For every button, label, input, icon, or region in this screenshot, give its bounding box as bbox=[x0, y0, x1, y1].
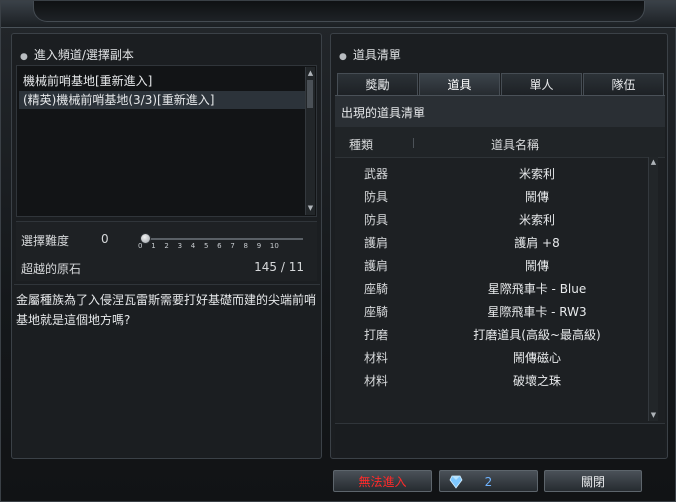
stone-label: 超越的原石 bbox=[21, 262, 82, 276]
stone-value: 145 / 11 bbox=[254, 260, 304, 274]
item-table-header: 種類 道具名稱 bbox=[335, 127, 665, 158]
item-panel-footer bbox=[335, 423, 665, 457]
item-table-row[interactable]: 護肩 護肩 +8 bbox=[337, 232, 659, 255]
item-name: 打磨道具(高級~最高級) bbox=[473, 328, 601, 342]
item-table-row[interactable]: 防具 鬧傳 bbox=[337, 186, 659, 209]
item-type: 座騎 bbox=[363, 282, 388, 296]
item-table-row[interactable]: 打磨 打磨道具(高級~最高級) bbox=[337, 324, 659, 347]
item-table-row[interactable]: 座騎 星際飛車卡 - RW3 bbox=[337, 301, 659, 324]
tab-party[interactable]: 隊伍 bbox=[583, 73, 664, 95]
enter-button[interactable]: 無法進入 bbox=[333, 470, 432, 492]
difficulty-tick: 8 bbox=[243, 242, 248, 250]
item-table-row[interactable]: 座騎 星際飛車卡 - Blue bbox=[337, 278, 659, 301]
item-name: 星際飛車卡 - RW3 bbox=[487, 305, 587, 319]
item-name: 鬧傳磁心 bbox=[512, 351, 561, 365]
item-type: 座騎 bbox=[363, 305, 388, 319]
difficulty-tick: 0 bbox=[138, 242, 143, 250]
dungeon-window: ● 進入頻道/選擇副本 機械前哨基地[重新進入] (精英)機械前哨基地(3/3)[… bbox=[0, 0, 676, 502]
item-type: 打磨 bbox=[363, 328, 388, 342]
column-type: 種類 bbox=[349, 138, 374, 152]
column-divider bbox=[413, 138, 414, 148]
difficulty-tick: 6 bbox=[217, 242, 222, 250]
difficulty-tick: 3 bbox=[177, 242, 183, 250]
dungeon-list-item-selected[interactable]: (精英)機械前哨基地(3/3)[重新進入] bbox=[19, 91, 309, 109]
difficulty-tick: 9 bbox=[256, 242, 262, 250]
tab-reward[interactable]: 獎勵 bbox=[337, 73, 418, 95]
item-name: 米索利 bbox=[518, 167, 555, 181]
gem-icon bbox=[449, 474, 463, 489]
item-type: 武器 bbox=[363, 167, 388, 181]
scroll-down-icon[interactable]: ▼ bbox=[649, 411, 658, 420]
item-name: 護肩 +8 bbox=[514, 236, 560, 250]
tab-solo[interactable]: 單人 bbox=[501, 73, 582, 95]
description-box: 金屬種族為了入侵涅瓦雷斯需要打好基礎而建的尖端前哨基地就是這個地方嗎? bbox=[14, 284, 320, 457]
column-name: 道具名稱 bbox=[491, 138, 540, 152]
difficulty-slider[interactable] bbox=[141, 238, 303, 240]
tab-item[interactable]: 道具 bbox=[419, 73, 500, 95]
item-type: 防具 bbox=[363, 213, 388, 227]
item-list-subtitle: 出現的道具清單 bbox=[341, 106, 426, 120]
title-bar-notch bbox=[33, 1, 645, 22]
item-name: 鬧傳 bbox=[524, 259, 549, 273]
item-table-row[interactable]: 防具 米索利 bbox=[337, 209, 659, 232]
item-list-header-bar: 出現的道具清單 bbox=[335, 95, 665, 127]
difficulty-tick: 7 bbox=[230, 242, 235, 250]
item-table-row[interactable]: 材料 鬧傳磁心 bbox=[337, 347, 659, 370]
item-type: 材料 bbox=[363, 351, 388, 365]
item-table-row[interactable]: 材料 破壞之珠 bbox=[337, 370, 659, 393]
difficulty-ticks: 0 1 2 3 4 5 6 7 8 9 10 bbox=[138, 242, 283, 250]
difficulty-label: 選擇難度 bbox=[21, 234, 70, 248]
gem-count-button[interactable]: 2 bbox=[439, 470, 538, 492]
item-table-row[interactable]: 護肩 鬧傳 bbox=[337, 255, 659, 278]
item-table-row[interactable]: 武器 米索利 bbox=[337, 163, 659, 186]
item-name: 星際飛車卡 - Blue bbox=[487, 282, 587, 296]
dungeon-list: 機械前哨基地[重新進入] (精英)機械前哨基地(3/3)[重新進入] ▲ ▼ bbox=[16, 65, 317, 217]
bullet-icon: ● bbox=[20, 52, 28, 62]
dungeon-list-item[interactable]: 機械前哨基地[重新進入] bbox=[23, 72, 303, 90]
scroll-down-icon[interactable]: ▼ bbox=[306, 204, 315, 213]
dungeon-description: 金屬種族為了入侵涅瓦雷斯需要打好基礎而建的尖端前哨基地就是這個地方嗎? bbox=[16, 293, 317, 327]
difficulty-value: 0 bbox=[101, 232, 109, 246]
difficulty-tick: 4 bbox=[190, 242, 196, 250]
item-name: 鬧傳 bbox=[524, 190, 549, 204]
scroll-thumb[interactable] bbox=[307, 80, 313, 108]
close-button[interactable]: 關閉 bbox=[544, 470, 642, 492]
dungeon-list-scrollbar[interactable]: ▲ ▼ bbox=[305, 67, 315, 215]
item-type: 材料 bbox=[363, 374, 388, 388]
item-name: 破壞之珠 bbox=[512, 374, 561, 388]
item-name: 米索利 bbox=[518, 213, 555, 227]
difficulty-tick: 10 bbox=[269, 242, 279, 250]
window-title-bar bbox=[1, 1, 676, 28]
difficulty-tick: 5 bbox=[203, 242, 209, 250]
scroll-up-icon[interactable]: ▲ bbox=[306, 69, 315, 78]
item-type: 護肩 bbox=[363, 236, 388, 250]
item-panel-title: ● 道具清單 bbox=[339, 48, 401, 62]
item-type: 防具 bbox=[363, 190, 388, 204]
difficulty-tick: 2 bbox=[164, 242, 169, 250]
channel-panel-title: ● 進入頻道/選擇副本 bbox=[20, 48, 134, 62]
difficulty-tick: 1 bbox=[151, 242, 156, 250]
bullet-icon: ● bbox=[339, 52, 347, 62]
item-type: 護肩 bbox=[363, 259, 388, 273]
